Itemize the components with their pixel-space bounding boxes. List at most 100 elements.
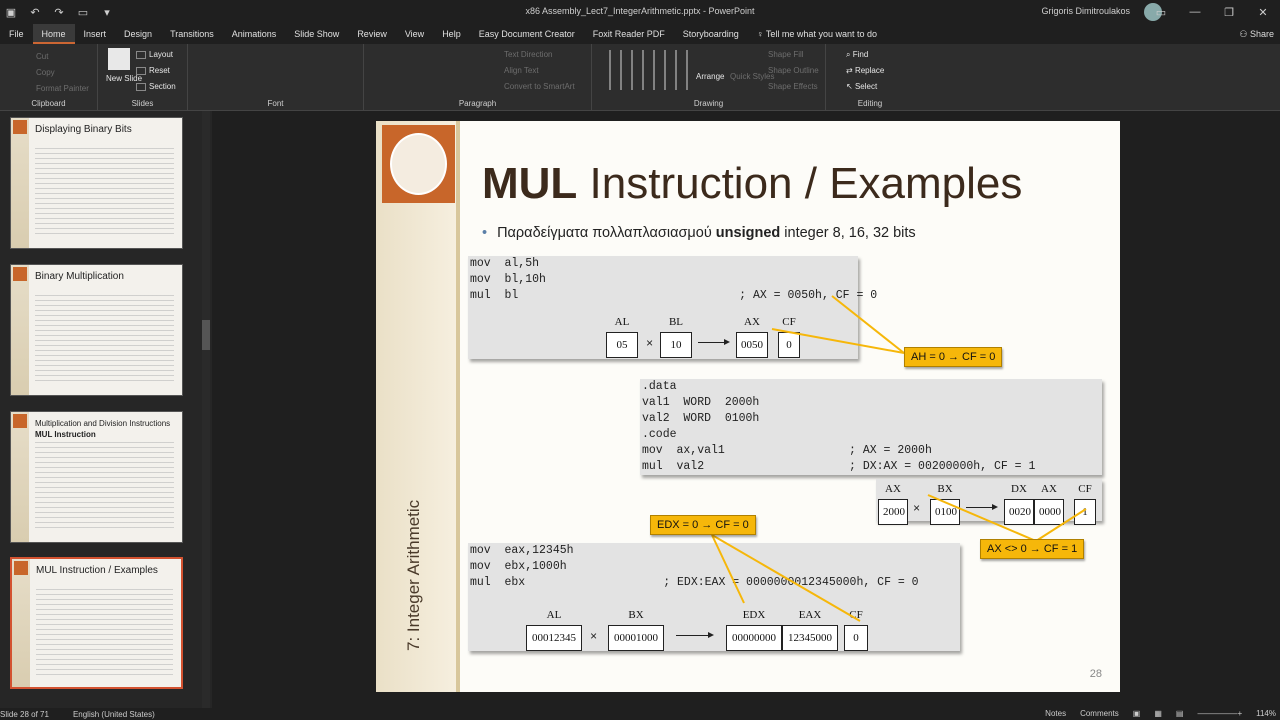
- shapes-gallery[interactable]: [600, 50, 688, 90]
- tell-me-search[interactable]: ♀ Tell me what you want to do: [748, 24, 886, 44]
- convert-smartart-button[interactable]: Convert to SmartArt: [504, 82, 575, 91]
- format-painter-button[interactable]: Format Painter: [36, 84, 89, 93]
- replace-icon: ⇄: [846, 66, 855, 75]
- share-label: Share: [1249, 29, 1274, 39]
- logo-icon: [13, 414, 27, 428]
- group-label-paragraph: Paragraph: [458, 99, 497, 108]
- language-indicator[interactable]: English (United States): [73, 710, 155, 719]
- status-bar: Slide 28 of 71 English (United States) N…: [0, 708, 1280, 720]
- tell-me-label: Tell me what you want to do: [765, 29, 877, 39]
- group-label-clipboard: Clipboard: [31, 99, 66, 108]
- replace-button[interactable]: ⇄ Replace: [846, 66, 884, 75]
- notes-button[interactable]: Notes: [1045, 709, 1066, 718]
- normal-view-icon[interactable]: ▣: [1133, 709, 1141, 718]
- thumbnail-content: [35, 438, 174, 528]
- slide-thumbnails-pane[interactable]: Displaying Binary Bits Binary Multiplica…: [0, 111, 212, 708]
- thumbnail-band: [11, 265, 29, 395]
- thumbnail-band: [11, 118, 29, 248]
- thumbnail-slide[interactable]: Multiplication and Division Instructions…: [10, 411, 183, 543]
- reset-button[interactable]: Reset: [136, 66, 170, 75]
- zoom-slider[interactable]: —————+: [1197, 709, 1242, 718]
- thumbnail-slide[interactable]: Displaying Binary Bits: [10, 117, 183, 249]
- reading-view-icon[interactable]: ▤: [1176, 709, 1184, 718]
- title-bar: ▣ ↶ ↷ ▭ ▾ x86 Assembly_Lect7_IntegerArit…: [0, 0, 1280, 24]
- ribbon: Cut Copy Format Painter Clipboard New Sl…: [0, 44, 1280, 111]
- zoom-level[interactable]: 114%: [1256, 709, 1276, 718]
- section-icon: [136, 82, 146, 91]
- comments-button[interactable]: Comments: [1080, 709, 1119, 718]
- group-paragraph: Text Direction Align Text Convert to Sma…: [364, 44, 592, 111]
- find-button[interactable]: ⌕ Find: [846, 50, 868, 60]
- tab-easy-document-creator[interactable]: Easy Document Creator: [470, 24, 584, 44]
- section-button[interactable]: Section: [136, 82, 176, 91]
- tab-slide-show[interactable]: Slide Show: [285, 24, 348, 44]
- tab-design[interactable]: Design: [115, 24, 161, 44]
- thumbnail-title: Multiplication and Division Instructions…: [35, 419, 171, 439]
- thumbnail-title: MUL Instruction / Examples: [36, 565, 158, 576]
- group-label-font: Font: [267, 99, 284, 108]
- powerpoint-window: ▣ ↶ ↷ ▭ ▾ x86 Assembly_Lect7_IntegerArit…: [0, 0, 1280, 720]
- window-controls: ▭ — ❐ ✕: [1144, 0, 1280, 24]
- group-label-editing: Editing: [857, 99, 883, 108]
- tab-view[interactable]: View: [396, 24, 433, 44]
- thumbnail-title: Binary Multiplication: [35, 271, 124, 282]
- align-text-button[interactable]: Align Text: [504, 66, 539, 75]
- select-button[interactable]: ↖ Select: [846, 82, 877, 91]
- thumbnails-scrollbar[interactable]: [202, 111, 210, 708]
- ribbon-display-options-icon[interactable]: ▭: [1144, 0, 1178, 24]
- thumbnail-title: Displaying Binary Bits: [35, 124, 132, 135]
- thumbnail-slide[interactable]: Binary Multiplication: [10, 264, 183, 396]
- slide-counter: Slide 28 of 71: [0, 709, 49, 719]
- restore-icon[interactable]: ❐: [1212, 0, 1246, 24]
- tab-foxit-reader-pdf[interactable]: Foxit Reader PDF: [584, 24, 674, 44]
- tab-file[interactable]: File: [0, 24, 33, 44]
- user-name[interactable]: Grigoris Dimitroulakos: [1041, 6, 1130, 16]
- callout-ah-cf[interactable]: AH = 0 → CF = 0: [904, 347, 1003, 367]
- shape-effects-button[interactable]: Shape Effects: [768, 82, 818, 91]
- close-icon[interactable]: ✕: [1246, 0, 1280, 24]
- minimize-icon[interactable]: —: [1178, 0, 1212, 24]
- tab-transitions[interactable]: Transitions: [161, 24, 223, 44]
- shape-outline-button[interactable]: Shape Outline: [768, 66, 819, 75]
- search-icon: ⌕: [846, 50, 853, 59]
- person-icon: ⚇: [1239, 29, 1250, 39]
- copy-button[interactable]: Copy: [36, 68, 55, 77]
- layout-button[interactable]: Layout: [136, 50, 173, 59]
- slide-number: 28: [1089, 668, 1102, 680]
- lightbulb-icon: ♀: [756, 29, 766, 39]
- group-editing: ⌕ Find ⇄ Replace ↖ Select Editing: [826, 44, 914, 111]
- new-slide-icon[interactable]: [108, 48, 130, 70]
- tab-animations[interactable]: Animations: [223, 24, 286, 44]
- reset-icon: [136, 66, 146, 75]
- callout-edx-cf[interactable]: EDX = 0 → CF = 0: [650, 515, 756, 535]
- arrange-button[interactable]: Arrange: [696, 72, 724, 81]
- tab-review[interactable]: Review: [348, 24, 396, 44]
- logo-icon: [14, 561, 28, 575]
- tab-home[interactable]: Home: [32, 24, 75, 44]
- thumbnail-content: [35, 291, 174, 381]
- thumbnail-slide-current[interactable]: MUL Instruction / Examples: [10, 557, 183, 689]
- tab-help[interactable]: Help: [433, 24, 470, 44]
- group-label-slides: Slides: [131, 99, 154, 108]
- group-drawing: Arrange Quick Styles Shape Fill Shape Ou…: [592, 44, 826, 111]
- cursor-icon: ↖: [846, 82, 855, 91]
- group-slides: New Slide Layout Reset Section Slides: [98, 44, 188, 111]
- text-direction-button[interactable]: Text Direction: [504, 50, 552, 59]
- thumbnail-band: [11, 412, 29, 542]
- share-button[interactable]: ⚇ Share: [1239, 29, 1274, 40]
- slide-canvas[interactable]: 7: Integer Arithmetic MUL Instruction / …: [376, 121, 1120, 692]
- group-font: Font: [188, 44, 364, 111]
- thumbnail-content: [36, 585, 173, 675]
- slide-sorter-icon[interactable]: ▦: [1154, 709, 1162, 718]
- group-label-drawing: Drawing: [693, 99, 724, 108]
- shape-fill-button[interactable]: Shape Fill: [768, 50, 804, 59]
- tab-storyboarding[interactable]: Storyboarding: [674, 24, 748, 44]
- cut-button[interactable]: Cut: [36, 52, 48, 61]
- status-controls: Notes Comments ▣ ▦ ▤ —————+ 114%: [1045, 709, 1276, 718]
- layout-icon: [136, 50, 146, 59]
- tab-insert[interactable]: Insert: [75, 24, 116, 44]
- group-clipboard: Cut Copy Format Painter Clipboard: [0, 44, 98, 111]
- ribbon-tabs: File Home Insert Design Transitions Anim…: [0, 24, 1280, 44]
- callout-ax-cf[interactable]: AX <> 0 → CF = 1: [980, 539, 1085, 559]
- thumbnails-scroll-thumb[interactable]: [202, 320, 210, 350]
